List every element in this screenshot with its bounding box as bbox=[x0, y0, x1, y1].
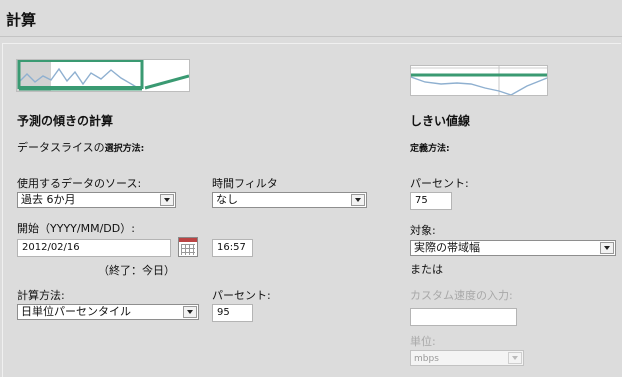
threshold-illustration bbox=[411, 66, 547, 95]
source-select[interactable]: 過去 6か月 bbox=[17, 192, 176, 208]
unit-label: 単位: bbox=[410, 335, 436, 348]
custom-speed-input[interactable] bbox=[410, 308, 517, 326]
calendar-icon[interactable] bbox=[178, 237, 198, 257]
calc-method-select[interactable]: 日単位パーセンタイル bbox=[17, 304, 199, 320]
calendar-header bbox=[179, 238, 197, 242]
page-title: 計算 bbox=[6, 11, 37, 29]
slice-suffix: 選択方法: bbox=[104, 144, 145, 154]
chevron-down-icon[interactable] bbox=[508, 352, 522, 364]
forecast-slope-thumbnail bbox=[16, 59, 190, 92]
threshold-heading: しきい値線 bbox=[410, 114, 471, 128]
definition-method-text: 定義方法: bbox=[410, 144, 450, 154]
start-label: 開始（YYYY/MM/DD）: bbox=[17, 222, 135, 235]
calc-method-label: 計算方法: bbox=[17, 289, 65, 302]
unit-select[interactable]: mbps bbox=[410, 350, 524, 366]
or-label: または bbox=[410, 263, 443, 276]
target-value: 実際の帯域幅 bbox=[414, 241, 480, 254]
end-note: （終了：今日） bbox=[98, 264, 175, 277]
start-date-input[interactable]: 2012/02/16 bbox=[17, 239, 171, 257]
source-value: 過去 6か月 bbox=[21, 193, 76, 206]
threshold-percent-label: パーセント: bbox=[410, 177, 469, 190]
definition-method-label: 定義方法: bbox=[410, 141, 450, 154]
target-label: 対象: bbox=[410, 224, 436, 237]
chevron-down-icon[interactable] bbox=[183, 306, 197, 318]
calendar-grid bbox=[181, 244, 195, 255]
custom-speed-label: カスタム速度の入力: bbox=[410, 289, 513, 302]
slice-selection-label: データスライスの選択方法: bbox=[17, 139, 144, 155]
forecast-heading: 予測の傾きの計算 bbox=[17, 114, 114, 128]
forecast-slope-illustration bbox=[17, 60, 189, 91]
source-label: 使用するデータのソース: bbox=[17, 177, 142, 190]
traffic-line bbox=[411, 76, 547, 95]
chevron-down-icon[interactable] bbox=[600, 242, 614, 254]
unit-value: mbps bbox=[414, 354, 439, 364]
threshold-percent-input[interactable]: 75 bbox=[410, 192, 452, 210]
threshold-thumbnail bbox=[410, 65, 548, 96]
chevron-down-icon[interactable] bbox=[351, 194, 365, 206]
forecast-percent-label: パーセント: bbox=[212, 289, 271, 302]
slice-prefix: データスライスの bbox=[17, 141, 105, 154]
start-time-input[interactable]: 16:57 bbox=[212, 239, 253, 257]
target-select[interactable]: 実際の帯域幅 bbox=[410, 240, 616, 256]
time-filter-value: なし bbox=[216, 193, 238, 206]
header-divider bbox=[0, 36, 622, 37]
forecast-percent-input[interactable]: 95 bbox=[212, 304, 253, 322]
time-filter-label: 時間フィルタ bbox=[212, 177, 278, 190]
slope-line bbox=[144, 74, 189, 90]
calc-method-value: 日単位パーセンタイル bbox=[21, 305, 131, 318]
time-filter-select[interactable]: なし bbox=[212, 192, 367, 208]
chevron-down-icon[interactable] bbox=[160, 194, 174, 206]
